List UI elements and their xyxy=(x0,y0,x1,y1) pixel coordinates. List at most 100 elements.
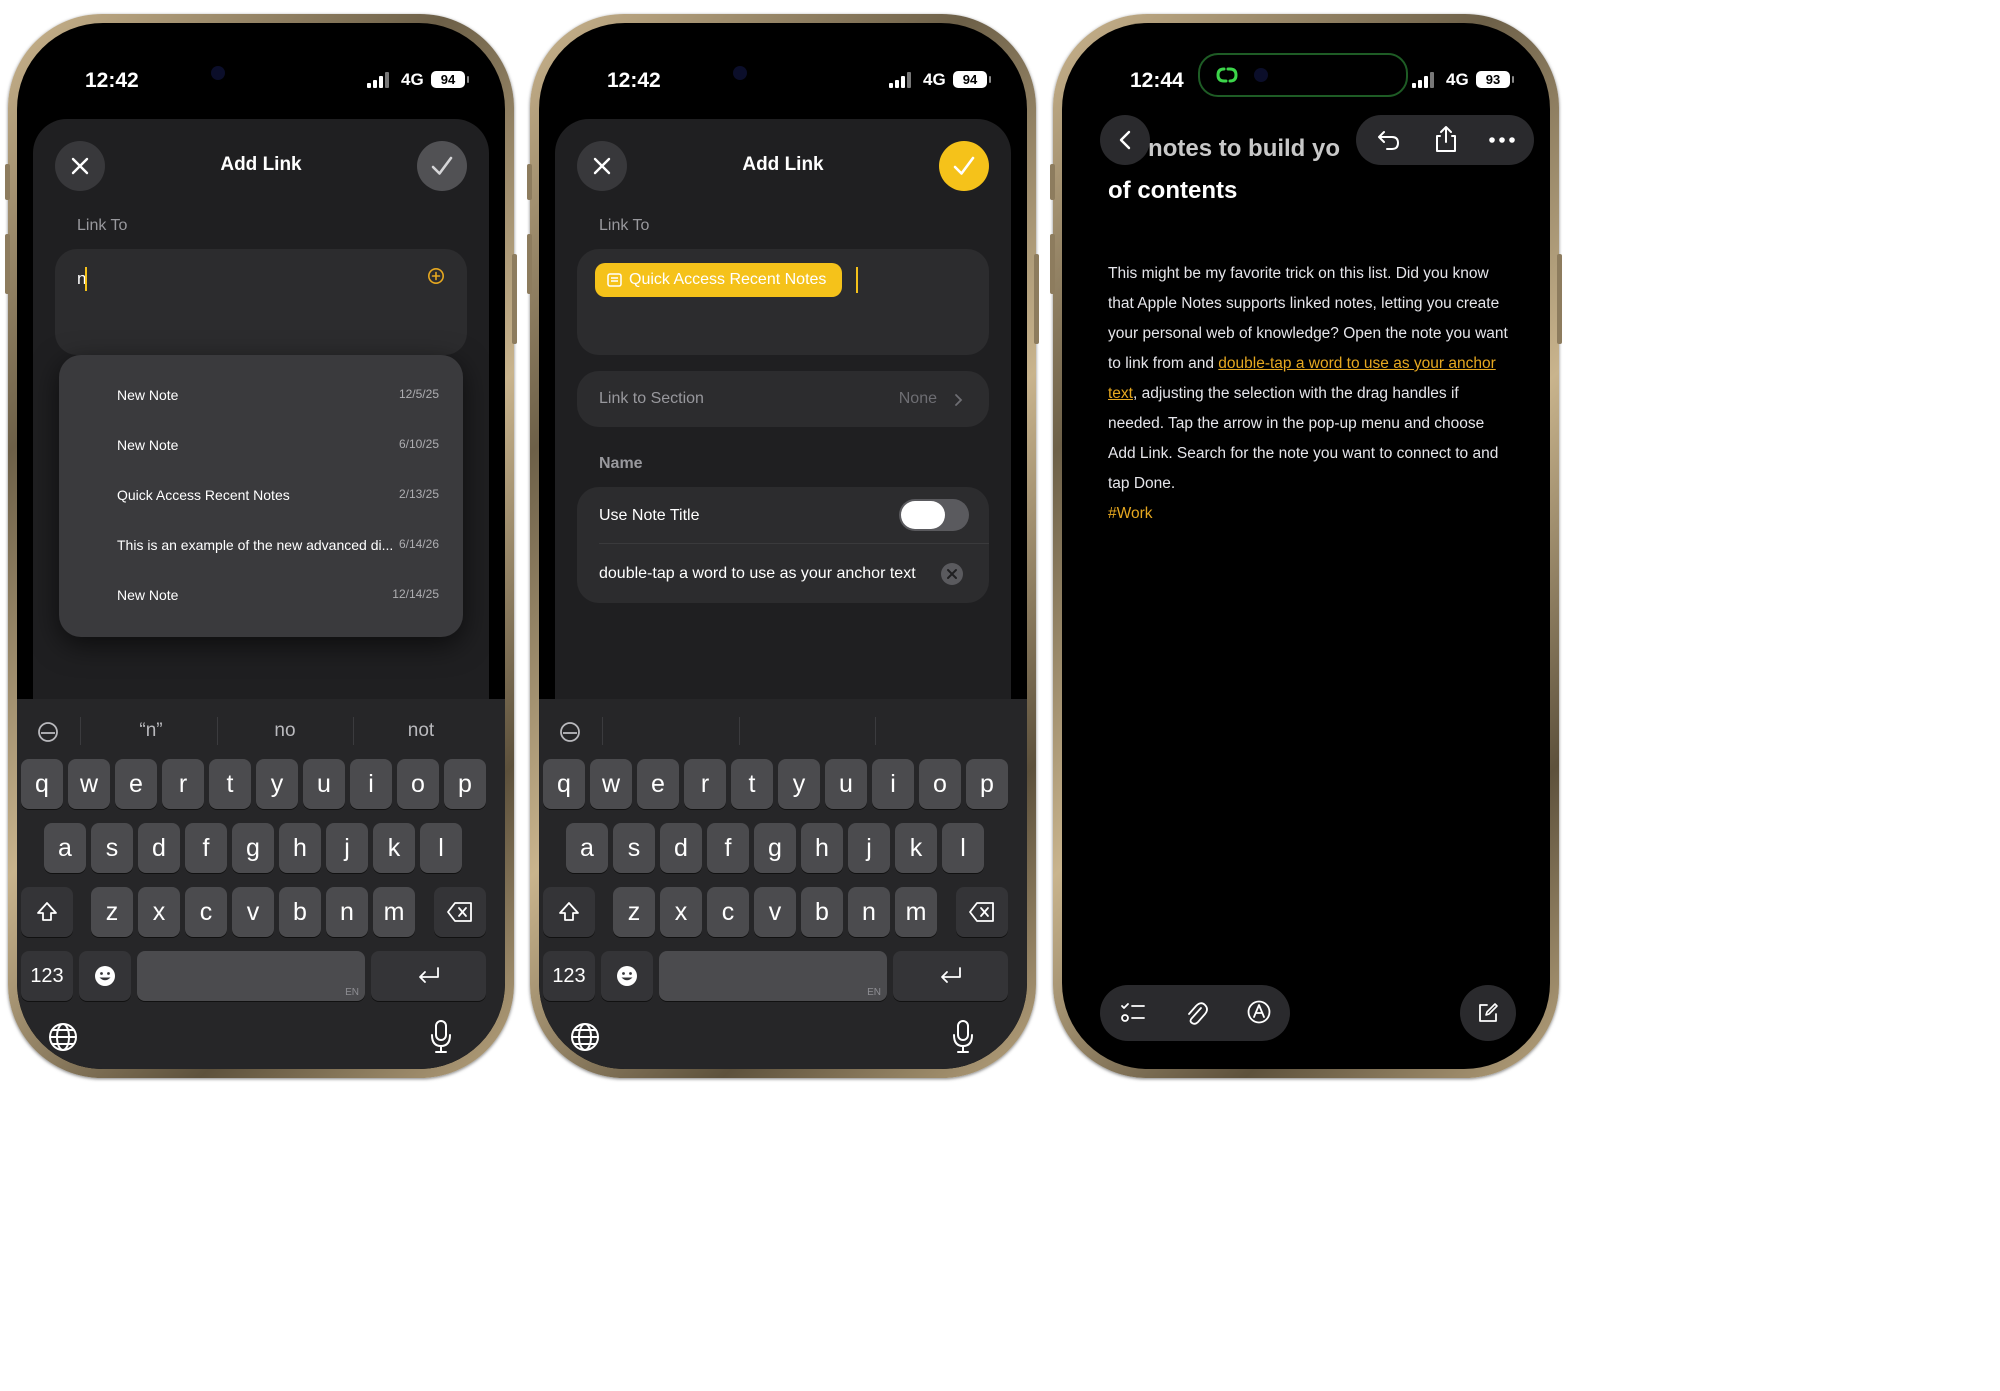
key-h[interactable]: h xyxy=(801,823,843,873)
key-r[interactable]: r xyxy=(162,759,204,809)
markup-icon[interactable] xyxy=(1246,999,1272,1025)
emoji-key[interactable] xyxy=(79,951,131,1001)
key-e[interactable]: e xyxy=(637,759,679,809)
key-f[interactable]: f xyxy=(707,823,749,873)
globe-icon[interactable] xyxy=(47,1021,79,1053)
key-j[interactable]: j xyxy=(326,823,368,873)
key-g[interactable]: g xyxy=(754,823,796,873)
key-x[interactable]: x xyxy=(138,887,180,937)
microphone-icon[interactable] xyxy=(429,1019,453,1055)
suggestion-item[interactable]: no xyxy=(218,711,352,751)
key-g[interactable]: g xyxy=(232,823,274,873)
key-l[interactable]: l xyxy=(420,823,462,873)
globe-icon[interactable] xyxy=(569,1021,601,1053)
key-n[interactable]: n xyxy=(326,887,368,937)
key-k[interactable]: k xyxy=(373,823,415,873)
key-z[interactable]: z xyxy=(613,887,655,937)
key-r[interactable]: r xyxy=(684,759,726,809)
key-b[interactable]: b xyxy=(801,887,843,937)
key-o[interactable]: o xyxy=(919,759,961,809)
result-item[interactable]: New Note 12/14/25 xyxy=(117,587,439,609)
shift-key[interactable] xyxy=(21,887,73,937)
key-i[interactable]: i xyxy=(350,759,392,809)
key-v[interactable]: v xyxy=(754,887,796,937)
key-p[interactable]: p xyxy=(444,759,486,809)
key-s[interactable]: s xyxy=(91,823,133,873)
suggestion-item[interactable]: “n” xyxy=(85,711,217,751)
key-p[interactable]: p xyxy=(966,759,1008,809)
note-body[interactable]: This might be my favorite trick on this … xyxy=(1108,259,1510,529)
linked-note-chip[interactable]: Quick Access Recent Notes xyxy=(595,263,843,297)
emoji-key[interactable] xyxy=(601,951,653,1001)
shift-key[interactable] xyxy=(543,887,595,937)
side-button xyxy=(527,234,532,294)
key-h[interactable]: h xyxy=(279,823,321,873)
anchor-text-field[interactable]: double-tap a word to use as your anchor … xyxy=(599,565,916,583)
emoji-search-icon[interactable] xyxy=(559,721,581,743)
key-a[interactable]: a xyxy=(566,823,608,873)
result-item[interactable]: New Note 6/10/25 xyxy=(117,437,439,459)
key-q[interactable]: q xyxy=(21,759,63,809)
link-to-field[interactable]: n xyxy=(55,249,467,355)
microphone-icon[interactable] xyxy=(951,1019,975,1055)
key-y[interactable]: y xyxy=(778,759,820,809)
delete-key[interactable] xyxy=(434,887,486,937)
key-q[interactable]: q xyxy=(543,759,585,809)
link-to-field[interactable]: Quick Access Recent Notes xyxy=(577,249,989,355)
key-m[interactable]: m xyxy=(373,887,415,937)
key-l[interactable]: l xyxy=(942,823,984,873)
numbers-key[interactable]: 123 xyxy=(21,951,73,1001)
key-i[interactable]: i xyxy=(872,759,914,809)
key-t[interactable]: t xyxy=(731,759,773,809)
key-k[interactable]: k xyxy=(895,823,937,873)
key-c[interactable]: c xyxy=(707,887,749,937)
key-a[interactable]: a xyxy=(44,823,86,873)
share-icon[interactable] xyxy=(1434,125,1458,153)
suggestion-item[interactable]: not xyxy=(354,711,488,751)
key-t[interactable]: t xyxy=(209,759,251,809)
key-e[interactable]: e xyxy=(115,759,157,809)
key-v[interactable]: v xyxy=(232,887,274,937)
key-y[interactable]: y xyxy=(256,759,298,809)
key-d[interactable]: d xyxy=(138,823,180,873)
key-d[interactable]: d xyxy=(660,823,702,873)
clear-text-icon[interactable] xyxy=(941,563,963,585)
key-j[interactable]: j xyxy=(848,823,890,873)
key-m[interactable]: m xyxy=(895,887,937,937)
return-key[interactable] xyxy=(893,951,1008,1001)
key-w[interactable]: w xyxy=(590,759,632,809)
result-item[interactable]: Quick Access Recent Notes 2/13/25 xyxy=(117,487,439,509)
result-item[interactable]: New Note 12/5/25 xyxy=(117,387,439,409)
use-note-title-toggle[interactable] xyxy=(899,499,969,531)
hashtag[interactable]: #Work xyxy=(1108,505,1153,522)
space-key[interactable]: EN xyxy=(659,951,887,1001)
key-x[interactable]: x xyxy=(660,887,702,937)
camera xyxy=(733,66,747,80)
key-n[interactable]: n xyxy=(848,887,890,937)
checklist-icon[interactable] xyxy=(1120,1001,1146,1025)
back-button[interactable] xyxy=(1100,115,1150,165)
paperclip-icon[interactable] xyxy=(1184,999,1208,1027)
key-u[interactable]: u xyxy=(825,759,867,809)
key-c[interactable]: c xyxy=(185,887,227,937)
numbers-key[interactable]: 123 xyxy=(543,951,595,1001)
space-key[interactable]: EN xyxy=(137,951,365,1001)
key-z[interactable]: z xyxy=(91,887,133,937)
key-s[interactable]: s xyxy=(613,823,655,873)
key-w[interactable]: w xyxy=(68,759,110,809)
delete-key[interactable] xyxy=(956,887,1008,937)
emoji-search-icon[interactable] xyxy=(37,721,59,743)
undo-icon[interactable] xyxy=(1376,128,1402,152)
more-icon[interactable] xyxy=(1488,136,1516,144)
key-u[interactable]: u xyxy=(303,759,345,809)
done-button[interactable] xyxy=(417,141,467,191)
key-o[interactable]: o xyxy=(397,759,439,809)
result-item[interactable]: This is an example of the new advanced d… xyxy=(117,537,439,559)
done-button[interactable] xyxy=(939,141,989,191)
return-key[interactable] xyxy=(371,951,486,1001)
add-circle-icon[interactable] xyxy=(427,267,445,285)
link-to-section-row[interactable]: Link to Section None xyxy=(577,371,989,427)
new-note-button[interactable] xyxy=(1460,985,1516,1041)
key-b[interactable]: b xyxy=(279,887,321,937)
key-f[interactable]: f xyxy=(185,823,227,873)
